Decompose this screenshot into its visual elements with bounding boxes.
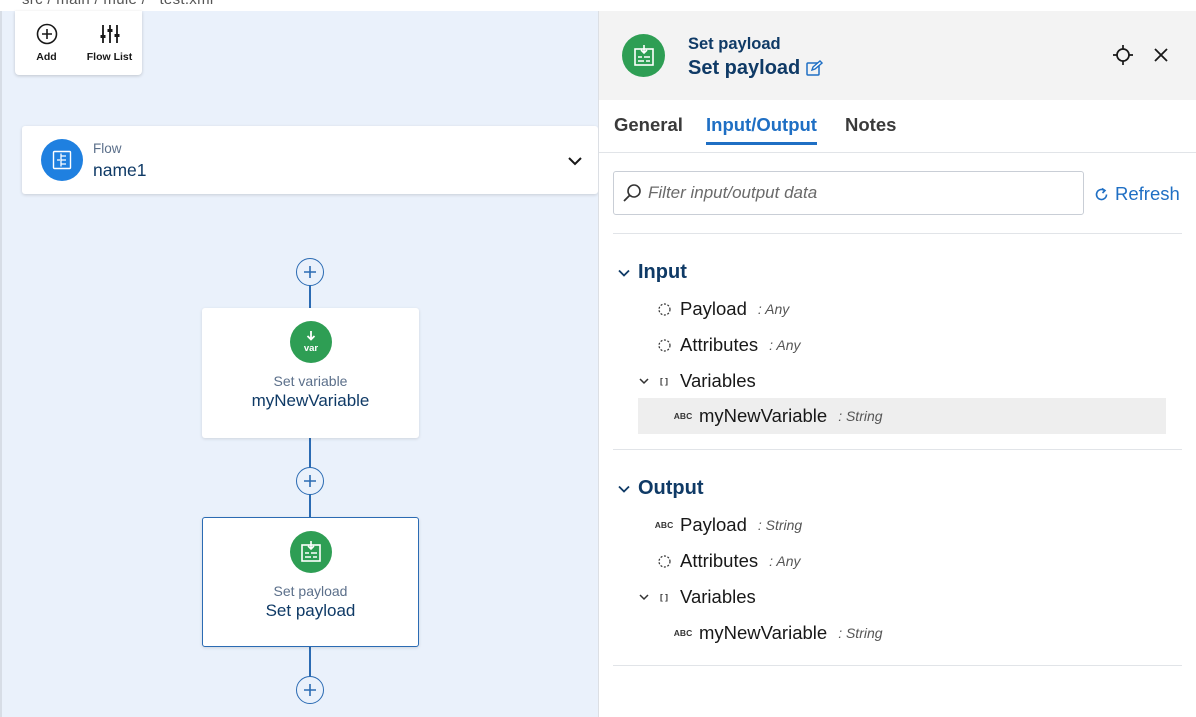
- row-type: : Any: [757, 301, 790, 317]
- filter-input[interactable]: [648, 183, 1068, 203]
- add-circle-icon: [36, 23, 57, 45]
- breadcrumb: src / main / mule / test.xml: [0, 0, 1196, 11]
- chevron-down-icon: [618, 485, 630, 493]
- crosshair-icon: [1113, 45, 1133, 65]
- node-name: myNewVariable: [251, 391, 370, 410]
- node-type-label: Set variable: [273, 373, 348, 389]
- input-row-payload[interactable]: Payload : Any: [638, 291, 1166, 327]
- row-type: : String: [838, 625, 883, 641]
- input-section-header[interactable]: Input: [618, 261, 687, 284]
- row-name: myNewVariable: [699, 405, 828, 426]
- flow-type-label: Flow: [93, 141, 122, 156]
- panel-title-text: Set payload: [688, 57, 801, 79]
- row-type: : String: [757, 517, 803, 533]
- flow-card[interactable]: Flow name1: [22, 126, 598, 194]
- close-button[interactable]: [1150, 44, 1172, 66]
- output-section-title: Output: [638, 477, 704, 499]
- row-name: Variables: [680, 586, 756, 607]
- panel-header: Set payload Set payload: [599, 11, 1196, 100]
- input-row-attributes[interactable]: Attributes : Any: [638, 327, 1166, 363]
- refresh-button[interactable]: Refresh: [1094, 183, 1180, 205]
- row-name: Attributes: [680, 334, 759, 355]
- divider: [613, 449, 1182, 450]
- output-section-header[interactable]: Output: [618, 477, 704, 500]
- set-variable-node[interactable]: var Set variable myNewVariable: [202, 308, 419, 438]
- node-name: Set payload: [265, 601, 356, 620]
- close-icon: [1154, 48, 1168, 62]
- chevron-down-icon[interactable]: [566, 152, 584, 170]
- output-row-variables[interactable]: [ ] Variables: [638, 579, 1166, 615]
- row-type: : String: [838, 408, 883, 424]
- tab-notes[interactable]: Notes: [845, 114, 896, 142]
- flow-icon: [41, 139, 83, 181]
- flow-canvas[interactable]: Add Flow List Flow name1 var Set variabl…: [0, 11, 598, 717]
- refresh-icon: [1095, 187, 1108, 200]
- row-name: Payload: [680, 514, 747, 535]
- set-payload-node[interactable]: Set payload Set payload: [202, 517, 419, 647]
- row-type: : Any: [769, 337, 801, 353]
- node-type-label: Set payload: [273, 583, 348, 599]
- row-name: Payload: [680, 298, 747, 319]
- breadcrumb-text: src / main / mule / test.xml: [22, 0, 214, 8]
- output-row-payload[interactable]: ABC Payload : String: [638, 507, 1166, 543]
- input-section-title: Input: [638, 261, 687, 283]
- row-name: Variables: [680, 370, 756, 391]
- add-step-button[interactable]: [296, 258, 324, 286]
- object-type-icon: [ ]: [659, 376, 669, 386]
- add-button[interactable]: Add: [15, 11, 78, 75]
- any-type-icon: [657, 338, 671, 352]
- any-type-icon: [657, 302, 671, 316]
- string-type-icon: ABC: [673, 411, 693, 421]
- flow-name: name1: [93, 160, 147, 180]
- locate-button[interactable]: [1112, 44, 1134, 66]
- search-icon: [623, 184, 641, 202]
- add-label: Add: [36, 51, 57, 63]
- chevron-down-icon[interactable]: [638, 591, 650, 603]
- row-type: : Any: [769, 553, 801, 569]
- chevron-down-icon: [618, 269, 630, 277]
- refresh-label: Refresh: [1115, 183, 1180, 204]
- input-row-mynewvariable[interactable]: ABC myNewVariable : String: [638, 398, 1166, 434]
- plus-icon: [304, 475, 316, 487]
- flow-list-label: Flow List: [86, 51, 133, 63]
- row-name: Attributes: [680, 550, 759, 571]
- row-name: myNewVariable: [699, 622, 828, 643]
- var-icon: var: [289, 321, 332, 363]
- object-type-icon: [ ]: [659, 592, 669, 602]
- panel-subtitle: Set payload: [688, 35, 781, 53]
- chevron-down-icon[interactable]: [638, 375, 650, 387]
- sliders-icon: [100, 25, 119, 43]
- divider: [613, 233, 1182, 234]
- divider: [613, 665, 1182, 666]
- filter-field[interactable]: [613, 171, 1084, 215]
- input-row-variables[interactable]: [ ] Variables: [638, 363, 1166, 399]
- edit-icon[interactable]: [806, 60, 824, 77]
- output-row-attributes[interactable]: Attributes : Any: [638, 543, 1166, 579]
- panel-tabs: General Input/Output Notes: [599, 100, 1196, 153]
- any-type-icon: [657, 554, 671, 568]
- output-row-mynewvariable[interactable]: ABC myNewVariable : String: [638, 615, 1166, 651]
- flow-list-button[interactable]: Flow List: [78, 11, 141, 75]
- plus-icon: [304, 266, 316, 278]
- string-type-icon: ABC: [673, 628, 693, 638]
- properties-panel: Set payload Set payload General Input/Ou…: [598, 11, 1196, 717]
- plus-icon: [304, 684, 316, 696]
- string-type-icon: ABC: [654, 520, 674, 530]
- svg-text:var: var: [303, 343, 318, 354]
- tab-general[interactable]: General: [614, 114, 683, 142]
- add-step-button[interactable]: [296, 676, 324, 704]
- tab-input-output[interactable]: Input/Output: [706, 114, 817, 145]
- panel-title: Set payload: [688, 57, 824, 80]
- canvas-toolbar: Add Flow List: [15, 11, 142, 75]
- set-payload-icon: [289, 531, 332, 573]
- add-step-button[interactable]: [296, 467, 324, 495]
- set-payload-icon: [622, 34, 665, 77]
